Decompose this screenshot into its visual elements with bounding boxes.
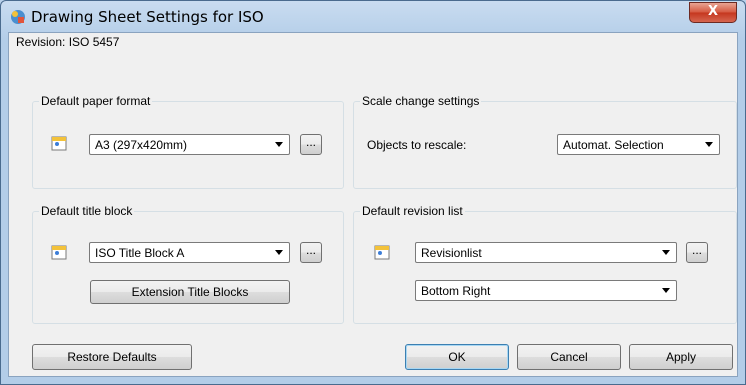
objects-to-rescale-select[interactable]: Automat. Selection xyxy=(557,134,720,155)
title-block-icon xyxy=(51,245,67,260)
revision-list-icon xyxy=(374,245,390,260)
paper-format-select[interactable]: A3 (297x420mm) xyxy=(89,134,290,155)
title-bar[interactable]: Drawing Sheet Settings for ISO X xyxy=(1,1,745,33)
apply-button[interactable]: Apply xyxy=(629,344,733,370)
title-block-value: ISO Title Block A xyxy=(95,246,185,260)
revision-list-group: Default revision list xyxy=(353,204,737,324)
paper-format-legend: Default paper format xyxy=(39,94,153,108)
revision-list-value: Revisionlist xyxy=(421,246,482,260)
revision-list-select[interactable]: Revisionlist xyxy=(415,242,677,263)
paper-format-browse-button[interactable]: ... xyxy=(300,134,322,155)
revision-list-position-select[interactable]: Bottom Right xyxy=(415,280,677,301)
restore-defaults-button[interactable]: Restore Defaults xyxy=(32,344,192,370)
extension-title-blocks-button[interactable]: Extension Title Blocks xyxy=(90,280,290,304)
chevron-down-icon xyxy=(662,250,670,255)
chevron-down-icon xyxy=(705,142,713,147)
chevron-down-icon xyxy=(275,142,283,147)
close-button[interactable]: X xyxy=(689,2,737,23)
scale-change-legend: Scale change settings xyxy=(360,94,482,108)
objects-to-rescale-value: Automat. Selection xyxy=(563,138,664,152)
title-block-select[interactable]: ISO Title Block A xyxy=(89,242,290,263)
revision-list-legend: Default revision list xyxy=(360,204,465,218)
title-block-browse-button[interactable]: ... xyxy=(300,242,322,263)
window-title: Drawing Sheet Settings for ISO xyxy=(31,8,264,26)
paper-format-value: A3 (297x420mm) xyxy=(95,138,188,152)
objects-to-rescale-label: Objects to rescale: xyxy=(367,138,467,152)
revision-list-position-value: Bottom Right xyxy=(421,284,491,298)
paper-format-icon xyxy=(51,136,67,151)
chevron-down-icon xyxy=(662,288,670,293)
cancel-button[interactable]: Cancel xyxy=(517,344,621,370)
title-block-group: Default title block xyxy=(32,204,344,324)
chevron-down-icon xyxy=(275,250,283,255)
revision-list-browse-button[interactable]: ... xyxy=(686,242,708,263)
ok-button[interactable]: OK xyxy=(405,344,509,370)
drawing-settings-icon xyxy=(11,10,25,24)
title-block-legend: Default title block xyxy=(39,204,135,218)
revision-label: Revision: ISO 5457 xyxy=(16,35,120,49)
